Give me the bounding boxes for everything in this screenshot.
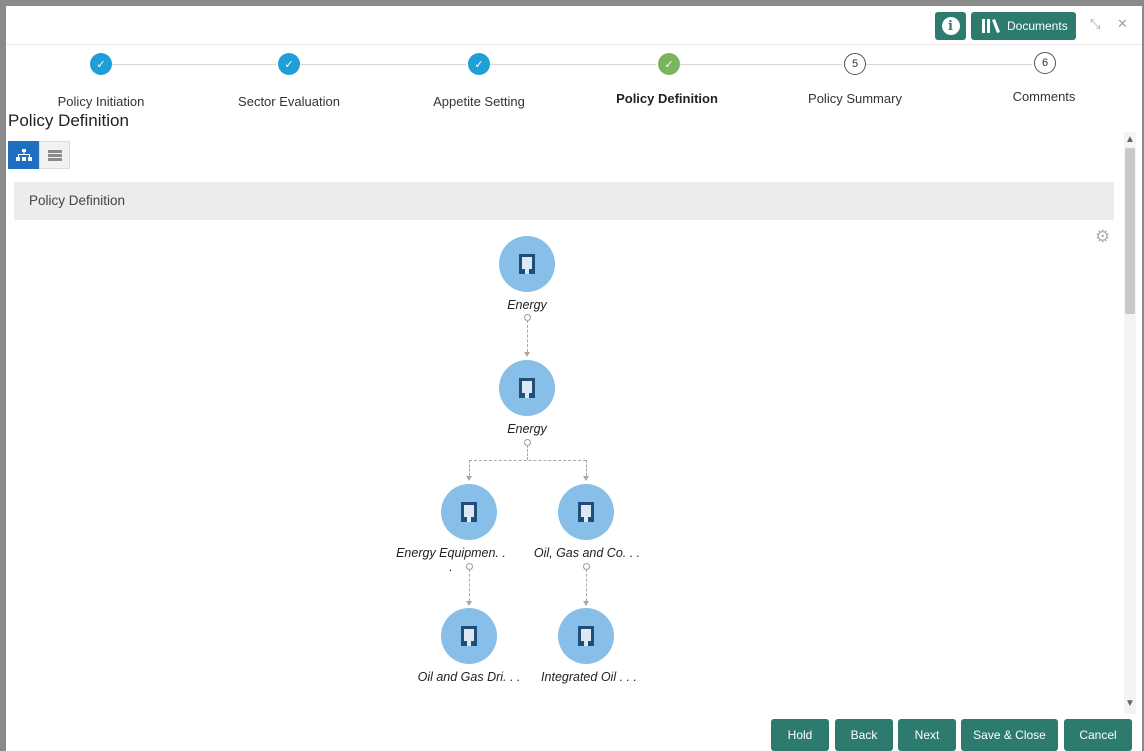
building-icon — [519, 254, 535, 274]
connector-arrow — [466, 601, 472, 606]
tree-node-oil-gas-drilling[interactable] — [441, 608, 497, 664]
close-icon[interactable]: ✕ — [1117, 16, 1128, 32]
top-bar: i Documents ⤡ ✕ — [6, 6, 1142, 45]
connector-arrow — [466, 476, 472, 481]
step-2-marker[interactable]: ✓ — [278, 53, 300, 75]
next-button[interactable]: Next — [898, 719, 956, 751]
tree-node-label: Energy — [507, 298, 547, 312]
step-3-label[interactable]: Appetite Setting — [399, 94, 559, 109]
step-6-marker[interactable]: 6 — [1034, 52, 1056, 74]
step-connector — [112, 64, 276, 65]
step-4-marker[interactable]: ✓ — [658, 53, 680, 75]
step-5-marker[interactable]: 5 — [844, 53, 866, 75]
step-2-label[interactable]: Sector Evaluation — [209, 94, 369, 109]
connector-line — [586, 569, 587, 601]
page-title: Policy Definition — [8, 111, 129, 130]
tree-node-label: Oil and Gas Dri. . . — [417, 670, 521, 684]
step-connector — [680, 64, 842, 65]
connector-line — [469, 460, 586, 461]
step-6-label[interactable]: Comments — [964, 89, 1124, 104]
tree-node-integrated-oil[interactable] — [558, 608, 614, 664]
connector-line — [469, 460, 470, 476]
step-connector — [300, 64, 466, 65]
list-view-button[interactable] — [39, 141, 70, 169]
library-icon — [982, 19, 1000, 33]
scrollbar-thumb[interactable] — [1125, 148, 1135, 314]
scroll-up-arrow[interactable]: ▲ — [1124, 134, 1136, 145]
hierarchy-icon — [15, 148, 32, 161]
step-1-marker[interactable]: ✓ — [90, 53, 112, 75]
building-icon — [578, 502, 594, 522]
step-connector — [866, 64, 1032, 65]
tree-node-energy[interactable] — [499, 236, 555, 292]
save-close-button[interactable]: Save & Close — [961, 719, 1058, 751]
info-button[interactable]: i — [935, 12, 966, 40]
scroll-down-arrow[interactable]: ▼ — [1124, 698, 1136, 709]
step-connector — [490, 64, 656, 65]
info-icon: i — [941, 17, 960, 35]
documents-label: Documents — [1007, 19, 1068, 33]
tree-node-label: Energy — [507, 422, 547, 436]
tree-node-energy-equipment[interactable] — [441, 484, 497, 540]
building-icon — [578, 626, 594, 646]
building-icon — [461, 502, 477, 522]
progress-stepper: ✓ ✓ ✓ ✓ 5 6 Policy Initiation Sector Eva… — [6, 44, 1142, 110]
step-4-label[interactable]: Policy Definition — [587, 91, 747, 106]
building-icon — [461, 626, 477, 646]
cancel-button[interactable]: Cancel — [1064, 719, 1132, 751]
connector-line — [527, 445, 528, 460]
step-3-marker[interactable]: ✓ — [468, 53, 490, 75]
tree-node-oil-gas-consumable[interactable] — [558, 484, 614, 540]
step-5-label[interactable]: Policy Summary — [775, 91, 935, 106]
tree-node-label: Integrated Oil . . . — [541, 670, 637, 684]
connector-arrow — [583, 476, 589, 481]
building-icon — [519, 378, 535, 398]
tree-node-label: Energy Equipmen. . . — [396, 546, 506, 574]
step-1-label[interactable]: Policy Initiation — [21, 94, 181, 109]
connector-line — [527, 320, 528, 352]
connector-arrow — [583, 601, 589, 606]
documents-button[interactable]: Documents — [971, 12, 1076, 40]
view-toggle — [8, 141, 70, 169]
connector-arrow — [524, 352, 530, 357]
tree-node-energy-sub[interactable] — [499, 360, 555, 416]
collapse-icon[interactable]: ⤡ — [1090, 16, 1100, 32]
hold-button[interactable]: Hold — [771, 719, 829, 751]
gear-icon[interactable]: ⚙ — [1095, 227, 1110, 247]
policy-window: i Documents ⤡ ✕ ✓ ✓ ✓ ✓ 5 6 Policy Initi… — [6, 6, 1142, 751]
connector-line — [586, 460, 587, 476]
back-button[interactable]: Back — [835, 719, 893, 751]
list-icon — [47, 149, 62, 161]
section-header: Policy Definition — [14, 182, 1114, 220]
tree-view-button[interactable] — [8, 141, 39, 169]
tree-node-label: Oil, Gas and Co. . . — [533, 546, 641, 560]
